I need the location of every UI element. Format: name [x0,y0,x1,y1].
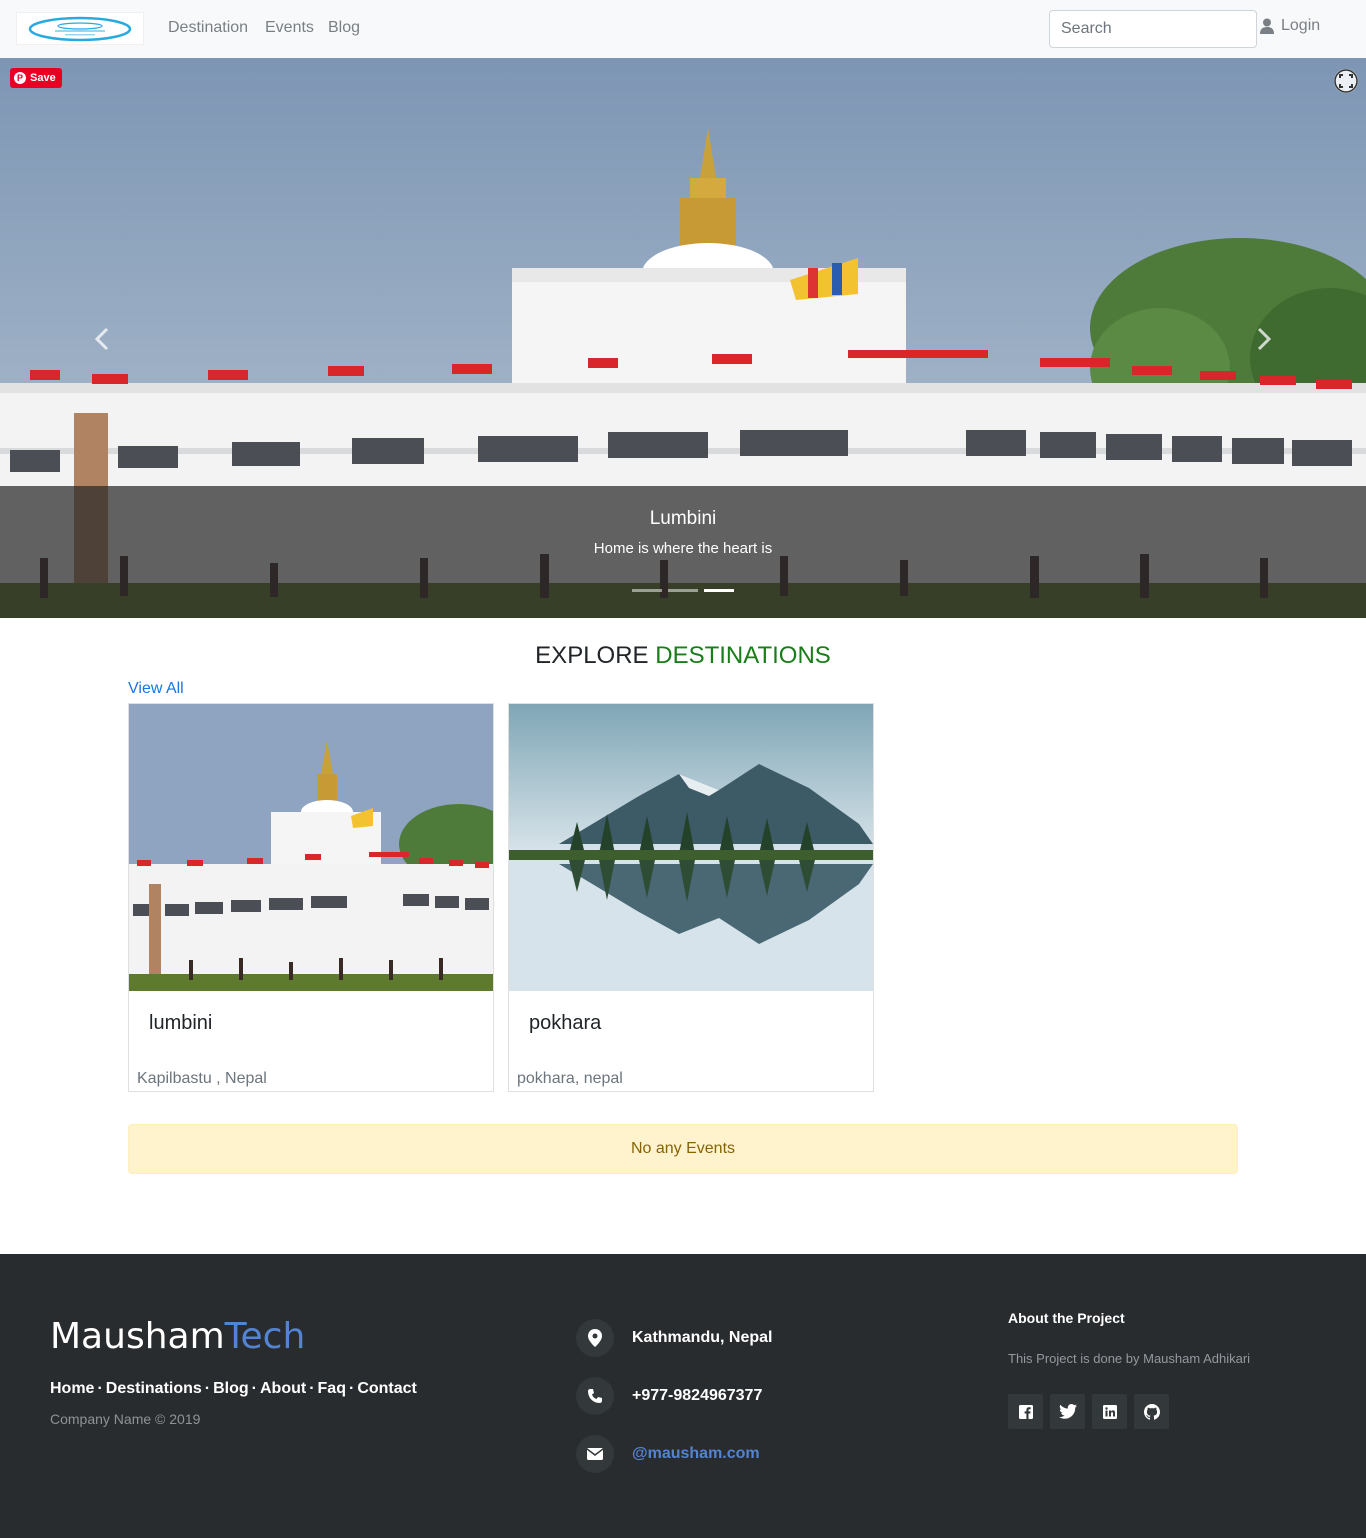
destination-card-location: pokhara, nepal [517,1070,623,1087]
hero-carousel[interactable]: P Save Lumbini Home is where the heart i… [0,58,1366,618]
phone-icon [576,1377,614,1415]
carousel-caption-text: Home is where the heart is [593,540,773,557]
nav-link-blog[interactable]: Blog [328,19,360,37]
contact-address-text: Kathmandu, Nepal [632,1329,773,1346]
envelope-icon [576,1435,614,1473]
destination-card-title: lumbini [149,1012,213,1034]
user-icon [1260,18,1274,34]
login-label: Login [1281,17,1321,34]
explore-heading: EXPLORE DESTINATIONS [0,642,1366,670]
search-input[interactable] [1049,10,1257,48]
contact-email: @mausham.com [576,1435,760,1473]
destination-card-pokhara[interactable]: pokhara pokhara, nepal [508,703,874,1092]
contact-phone-text: +977-9824967377 [632,1387,763,1404]
about-project-text: This Project is done by Mausham Adhikari [1008,1351,1251,1366]
nav-link-events[interactable]: Events [265,19,314,37]
pinterest-icon: P [14,72,26,84]
about-project-title: About the Project [1008,1310,1125,1326]
footer-brand-main: Mausham [50,1316,225,1357]
footer-link-destinations[interactable]: Destinations [106,1380,202,1397]
footer-brand: MaushamTech [50,1316,305,1357]
carousel-indicators [632,589,734,592]
top-navbar: Destination Events Blog Login [0,0,1366,58]
carousel-indicator-1[interactable] [632,589,662,592]
footer-link-blog[interactable]: Blog [213,1380,249,1397]
footer-link-faq[interactable]: Faq [318,1380,346,1397]
chevron-right-icon [1257,327,1272,351]
explore-heading-main: EXPLORE [535,642,649,669]
footer-links: Home · Destinations · Blog · About · Faq · Contact [50,1380,417,1397]
footer-link-about[interactable]: About [260,1380,306,1397]
explore-heading-accent: DESTINATIONS [655,642,831,669]
footer-brand-accent: Tech [224,1316,306,1357]
linkedin-icon[interactable] [1092,1394,1127,1429]
site-logo[interactable] [16,12,144,45]
chevron-left-icon [94,327,109,351]
social-links [1008,1394,1169,1429]
map-marker-icon [576,1319,614,1357]
facebook-icon[interactable] [1008,1394,1043,1429]
view-all-link[interactable]: View All [128,680,184,698]
pinterest-save-label: Save [30,72,56,84]
github-icon[interactable] [1134,1394,1169,1429]
contact-phone: +977-9824967377 [576,1377,762,1415]
destination-image-pokhara [509,704,873,991]
destination-card-lumbini[interactable]: lumbini Kapilbastu , Nepal [128,703,494,1092]
twitter-icon[interactable] [1050,1394,1085,1429]
footer-link-home[interactable]: Home [50,1380,94,1397]
carousel-next-button[interactable] [1254,324,1274,354]
destination-image-lumbini [129,704,493,991]
footer-link-contact[interactable]: Contact [357,1380,417,1397]
fullscreen-icon[interactable] [1334,69,1358,93]
login-button[interactable]: Login [1260,16,1320,36]
contact-email-link[interactable]: @mausham.com [632,1445,760,1463]
footer-copyright: Company Name © 2019 [50,1411,201,1427]
carousel-indicator-2[interactable] [668,589,698,592]
pinterest-save-button[interactable]: P Save [10,68,62,88]
site-footer: MaushamTech Home · Destinations · Blog · About… [0,1254,1366,1538]
carousel-indicator-3[interactable] [704,589,734,592]
no-events-alert: No any Events [128,1124,1238,1174]
carousel-prev-button[interactable] [92,324,112,354]
destination-card-title: pokhara [529,1012,602,1034]
destination-card-location: Kapilbastu , Nepal [137,1070,267,1087]
carousel-caption-title: Lumbini [649,508,717,529]
nav-link-destination[interactable]: Destination [168,19,248,37]
contact-address: Kathmandu, Nepal [576,1319,772,1357]
